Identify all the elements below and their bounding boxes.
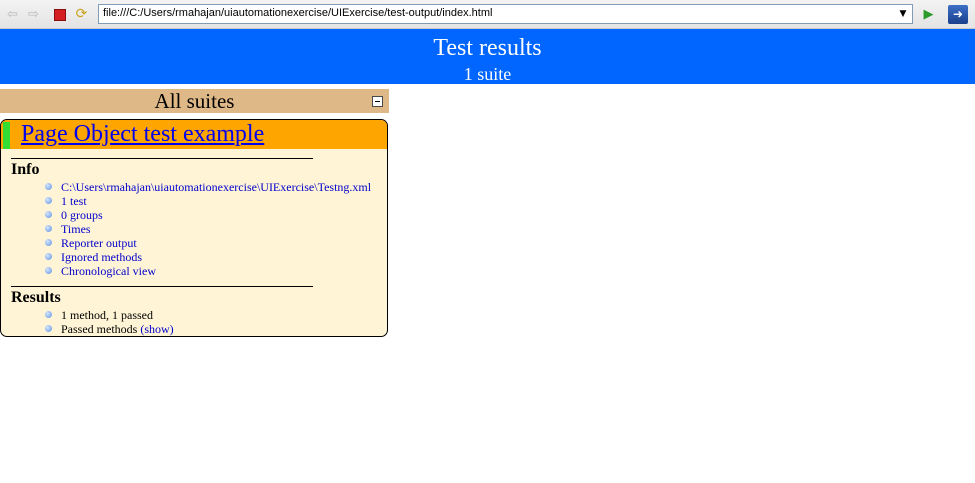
- times-link[interactable]: Times: [61, 222, 91, 236]
- address-bar[interactable]: file:///C:/Users/rmahajan/uiautomationex…: [98, 4, 913, 24]
- tests-link[interactable]: 1 test: [61, 194, 87, 208]
- forward-arrow-icon[interactable]: ⇨: [25, 6, 42, 23]
- divider: [11, 286, 313, 287]
- suite-name-link[interactable]: Page Object test example: [21, 120, 264, 149]
- suite-panel: Page Object test example Info C:\Users\r…: [0, 119, 388, 337]
- bullet-icon: [45, 183, 52, 190]
- page-title: Test results: [433, 35, 542, 61]
- chronological-view-link[interactable]: Chronological view: [61, 264, 156, 278]
- bullet-icon: [45, 197, 52, 204]
- info-list: C:\Users\rmahajan\uiautomationexercise\U…: [45, 180, 371, 278]
- ignored-methods-link[interactable]: Ignored methods: [61, 250, 142, 264]
- bullet-icon: [45, 239, 52, 246]
- all-suites-bar: All suites: [0, 89, 389, 113]
- results-list: 1 method, 1 passed Passed methods (show): [45, 308, 174, 336]
- results-summary: 1 method, 1 passed: [61, 308, 153, 322]
- suite-count: 1 suite: [463, 64, 512, 84]
- extension-icon[interactable]: ➜: [948, 5, 968, 24]
- list-item[interactable]: Reporter output: [45, 236, 371, 250]
- pass-status-indicator: [3, 122, 10, 149]
- show-passed-link[interactable]: (show): [140, 322, 173, 336]
- stop-icon[interactable]: [51, 6, 68, 23]
- bullet-icon: [45, 211, 52, 218]
- testng-xml-link[interactable]: C:\Users\rmahajan\uiautomationexercise\U…: [61, 180, 371, 194]
- list-item[interactable]: Ignored methods: [45, 250, 371, 264]
- passed-methods-label: Passed methods: [61, 322, 138, 336]
- bullet-icon: [45, 225, 52, 232]
- list-item: Passed methods (show): [45, 322, 174, 336]
- bullet-icon: [45, 267, 52, 274]
- report-header: Test results 1 suite: [0, 29, 975, 84]
- collapse-icon[interactable]: [372, 96, 383, 107]
- browser-toolbar: ⇦ ⇨ ⟳ file:///C:/Users/rmahajan/uiautoma…: [0, 0, 975, 29]
- list-item[interactable]: C:\Users\rmahajan\uiautomationexercise\U…: [45, 180, 371, 194]
- bullet-icon: [45, 253, 52, 260]
- back-arrow-icon[interactable]: ⇦: [4, 6, 21, 23]
- list-item: 1 method, 1 passed: [45, 308, 174, 322]
- groups-link[interactable]: 0 groups: [61, 208, 103, 222]
- list-item[interactable]: 1 test: [45, 194, 371, 208]
- list-item[interactable]: 0 groups: [45, 208, 371, 222]
- address-text[interactable]: file:///C:/Users/rmahajan/uiautomationex…: [103, 7, 492, 19]
- bullet-icon: [45, 311, 52, 318]
- list-item[interactable]: Times: [45, 222, 371, 236]
- list-item[interactable]: Chronological view: [45, 264, 371, 278]
- all-suites-title: All suites: [154, 89, 235, 113]
- bullet-icon: [45, 325, 52, 332]
- go-arrow-icon[interactable]: ▶: [920, 6, 937, 23]
- chevron-down-icon[interactable]: ▼: [897, 8, 909, 20]
- results-heading: Results: [11, 289, 61, 306]
- suite-header: Page Object test example: [1, 120, 387, 149]
- reporter-output-link[interactable]: Reporter output: [61, 236, 137, 250]
- divider: [11, 158, 313, 159]
- refresh-icon[interactable]: ⟳: [73, 6, 90, 23]
- info-heading: Info: [11, 161, 40, 178]
